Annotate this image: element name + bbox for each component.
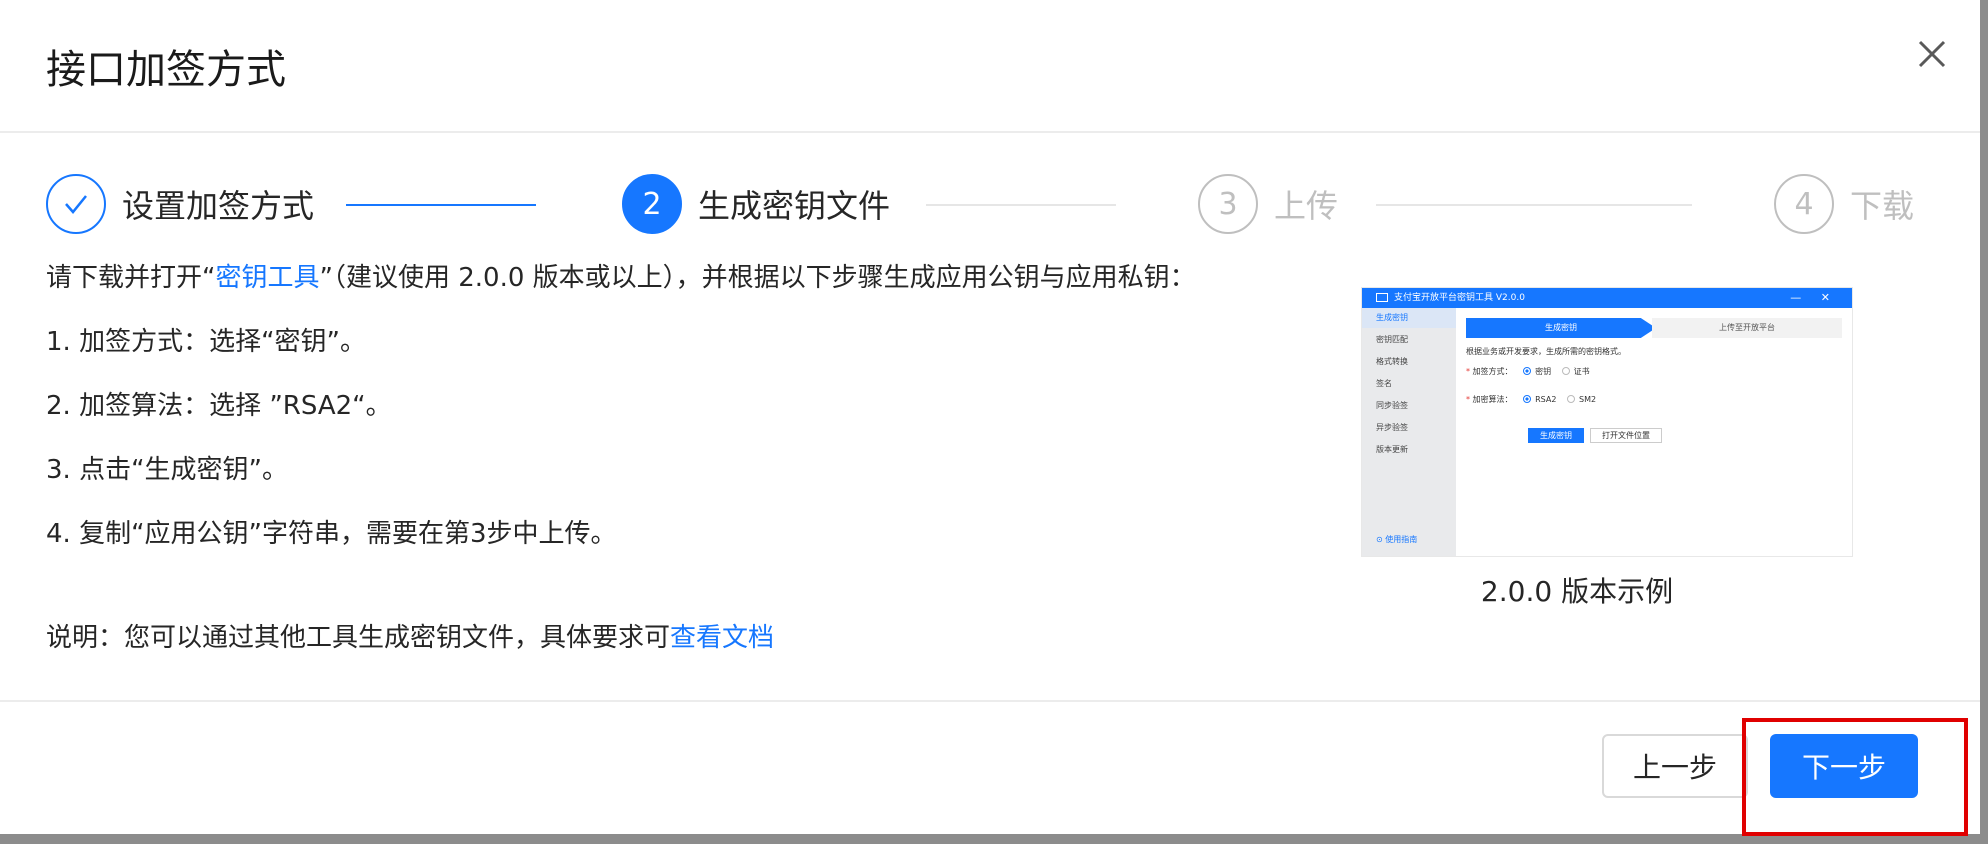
step-item-4: 4. 复制“应用公钥”字符串，需要在第3步中上传。 (46, 519, 617, 549)
preview-algo-label: 加密算法： (1472, 395, 1513, 404)
preview-sidebar-item: 异步验签 (1376, 423, 1408, 432)
step-2-circle: 2 (622, 174, 682, 234)
prev-step-button[interactable]: 上一步 (1602, 734, 1748, 798)
preview-hint: 根据业务或开发要求，生成所需的密钥格式。 (1466, 347, 1626, 356)
view-docs-link[interactable]: 查看文档 (670, 623, 774, 653)
preview-option: RSA2 (1535, 395, 1557, 404)
dialog-header: 接口加签方式 (0, 0, 1980, 133)
step-item-3: 3. 点击“生成密钥”。 (46, 455, 289, 485)
note-text: 说明：您可以通过其他工具生成密钥文件，具体要求可查看文档 (46, 618, 774, 658)
intro-prefix: 请下载并打开“ (46, 263, 216, 293)
preview-tab-active: 生成密钥 (1466, 318, 1656, 338)
next-step-button[interactable]: 下一步 (1770, 734, 1918, 798)
tool-preview-image: 支付宝开放平台密钥工具 V2.0.0 — ✕ 生成密钥 密钥匹配 格式转换 签名… (1362, 288, 1852, 556)
preview-sidebar: 生成密钥 密钥匹配 格式转换 签名 同步验签 异步验签 版本更新 ⊙ 使用指南 (1362, 308, 1456, 556)
preview-titlebar: 支付宝开放平台密钥工具 V2.0.0 — ✕ (1362, 288, 1852, 308)
step-item-1: 1. 加签方式：选择“密钥”。 (46, 327, 367, 357)
preview-option: 证书 (1573, 367, 1590, 376)
radio-icon (1567, 395, 1575, 403)
step-item-2: 2. 加签算法：选择 ”RSA2“。 (46, 391, 392, 421)
preview-sidebar-item: 生成密钥 (1362, 308, 1456, 328)
preview-window-title: 支付宝开放平台密钥工具 V2.0.0 (1394, 293, 1525, 303)
step-2: 2 生成密钥文件 (622, 172, 890, 236)
preview-sign-mode-row: * 加签方式： 密钥 证书 (1466, 367, 1590, 376)
preview-option: 密钥 (1535, 367, 1552, 376)
preview-tab-inactive: 上传至开放平台 (1652, 318, 1842, 338)
step-3-circle: 3 (1198, 174, 1258, 234)
step-1: 设置加签方式 (46, 172, 314, 236)
step-4-circle: 4 (1774, 174, 1834, 234)
radio-icon (1523, 395, 1532, 403)
step-4: 4 下载 (1774, 172, 1914, 236)
preview-caption-text: 2.0.0 版本示例 (1480, 575, 1674, 608)
preview-window-controls: — ✕ (1790, 291, 1838, 304)
step-3-label: 上传 (1274, 187, 1339, 225)
step-3: 3 上传 (1198, 172, 1338, 236)
step-connector-2 (926, 204, 1116, 206)
steps-bar: 设置加签方式 2 生成密钥文件 3 上传 4 下载 (46, 172, 1926, 236)
preview-caption: 2.0.0 版本示例 (1362, 570, 1792, 610)
step-connector-1 (346, 204, 536, 206)
radio-icon (1523, 367, 1532, 375)
step-1-circle (46, 174, 106, 234)
preview-sidebar-item: 版本更新 (1376, 445, 1408, 454)
check-icon (65, 195, 87, 214)
step-connector-3 (1376, 204, 1692, 206)
note-prefix: 说明：您可以通过其他工具生成密钥文件，具体要求可 (46, 623, 671, 653)
preview-sidebar-item: 签名 (1376, 379, 1392, 388)
footer-divider (0, 700, 1980, 702)
preview-open-location-button: 打开文件位置 (1590, 428, 1662, 443)
preview-guide-link: ⊙ 使用指南 (1376, 535, 1418, 544)
dialog-title: 接口加签方式 (46, 47, 286, 93)
preview-main: 生成密钥 上传至开放平台 根据业务或开发要求，生成所需的密钥格式。 * 加签方式… (1456, 308, 1852, 556)
preview-generate-button: 生成密钥 (1528, 428, 1584, 443)
step-4-label: 下载 (1850, 187, 1915, 225)
intro-text: 请下载并打开“密钥工具”（建议使用 2.0.0 版本或以上），并根据以下步骤生成… (46, 258, 1196, 298)
intro-suffix: ”（建议使用 2.0.0 版本或以上），并根据以下步骤生成应用公钥与应用私钥： (319, 263, 1196, 293)
dialog: 接口加签方式 设置加签方式 2 生成密钥文件 3 上传 4 下载 请下载并打开“… (0, 0, 1980, 834)
preview-sign-mode-label: 加签方式： (1472, 367, 1513, 376)
app-window-icon (1376, 293, 1388, 302)
preview-option: SM2 (1579, 395, 1597, 404)
step-2-label: 生成密钥文件 (698, 187, 891, 225)
key-tool-link[interactable]: 密钥工具 (215, 263, 319, 293)
preview-sidebar-item: 格式转换 (1376, 357, 1408, 366)
step-1-label: 设置加签方式 (122, 187, 315, 225)
preview-algo-row: * 加密算法： RSA2 SM2 (1466, 395, 1597, 404)
preview-sidebar-item: 密钥匹配 (1376, 335, 1408, 344)
close-icon[interactable] (1912, 34, 1952, 74)
radio-icon (1561, 367, 1570, 375)
preview-sidebar-item: 同步验签 (1376, 401, 1408, 410)
